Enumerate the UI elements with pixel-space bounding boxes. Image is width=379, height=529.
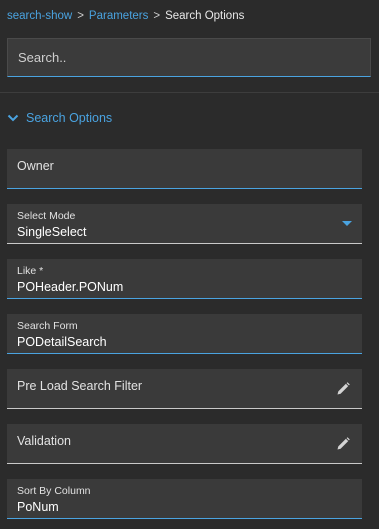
pencil-icon[interactable]: [335, 381, 351, 397]
pencil-icon[interactable]: [335, 436, 351, 452]
pre-load-search-filter-field[interactable]: Pre Load Search Filter: [7, 369, 362, 409]
section-title: Search Options: [26, 111, 113, 125]
select-mode-dropdown[interactable]: Select Mode SingleSelect: [7, 204, 362, 244]
like-value: POHeader.PONum: [17, 280, 124, 294]
sort-by-column-label: Sort By Column: [17, 485, 91, 497]
breadcrumb-item-parameters[interactable]: Parameters: [89, 10, 148, 22]
validation-label: Validation: [17, 434, 71, 448]
pre-load-search-filter-label: Pre Load Search Filter: [17, 379, 143, 393]
caret-down-icon[interactable]: [342, 221, 352, 226]
chevron-down-icon: [7, 114, 19, 122]
like-field[interactable]: Like * POHeader.PONum: [7, 259, 362, 299]
validation-field[interactable]: Validation: [7, 424, 362, 464]
breadcrumb: search-show > Parameters > Search Options: [7, 10, 244, 22]
sort-by-column-field[interactable]: Sort By Column PoNum: [7, 479, 362, 519]
select-mode-value: SingleSelect: [17, 225, 87, 239]
owner-field[interactable]: Owner: [7, 149, 362, 189]
select-mode-label: Select Mode: [17, 210, 76, 222]
like-label: Like *: [17, 265, 44, 277]
search-form-value: PODetailSearch: [17, 335, 107, 349]
sort-by-column-value: PoNum: [17, 500, 59, 514]
search-options-section-toggle[interactable]: Search Options: [7, 111, 112, 125]
breadcrumb-item-search-show[interactable]: search-show: [7, 10, 72, 22]
search-box: [7, 38, 371, 77]
divider: [0, 92, 379, 93]
search-input[interactable]: [8, 39, 370, 76]
breadcrumb-separator: >: [77, 10, 84, 22]
owner-label: Owner: [17, 159, 54, 173]
search-form-label: Search Form: [17, 320, 78, 332]
search-form-field[interactable]: Search Form PODetailSearch: [7, 314, 362, 354]
breadcrumb-item-current: Search Options: [165, 10, 245, 22]
breadcrumb-separator: >: [153, 10, 161, 22]
